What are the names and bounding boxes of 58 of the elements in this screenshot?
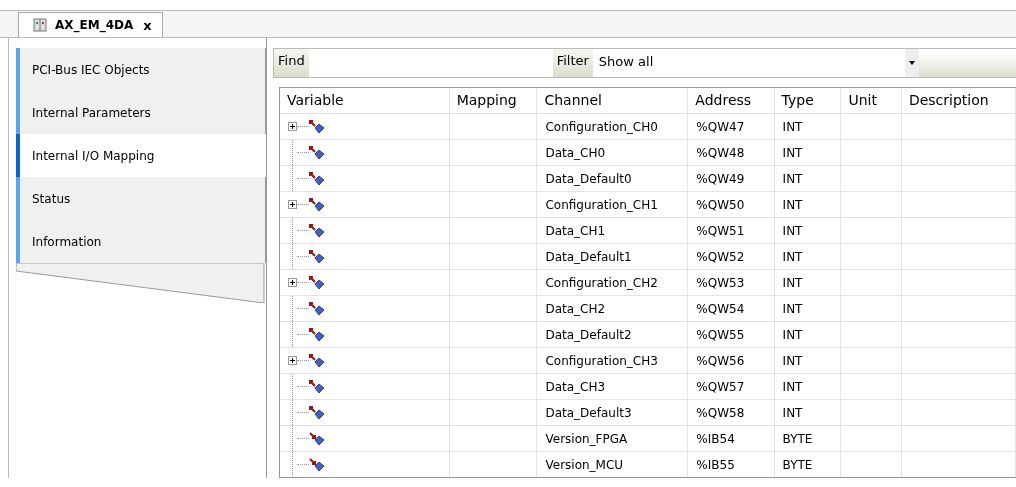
document-tab[interactable]: AX_EM_4DA x (18, 12, 163, 37)
table-cell: %QW51 (687, 217, 775, 244)
table-cell: Data_Default3 (536, 399, 688, 426)
close-button[interactable]: x (141, 17, 154, 33)
table-cell: %QW53 (687, 269, 775, 296)
table-cell: Data_Default2 (536, 321, 688, 348)
table-cell: Data_CH2 (536, 295, 688, 322)
table-cell: INT (774, 321, 841, 348)
table-cell: Data_CH0 (536, 139, 688, 166)
column-header: Description (901, 88, 1016, 114)
sidebar-item[interactable]: Information (16, 220, 266, 263)
table-cell: %QW56 (687, 347, 775, 374)
sidebar-item[interactable]: Internal Parameters (16, 91, 266, 134)
table-cell: Data_CH3 (536, 373, 688, 400)
table-cell: Configuration_CH2 (536, 269, 688, 296)
column-header: Variable (280, 88, 450, 114)
table-cell: INT (774, 113, 841, 140)
expand-icon[interactable] (288, 278, 297, 287)
tab-title: AX_EM_4DA (55, 18, 134, 32)
table-cell: %QW54 (687, 295, 775, 322)
column-header: Type (774, 88, 841, 114)
table-cell: %QW57 (687, 373, 775, 400)
table-cell: %QW58 (687, 399, 775, 426)
table-cell: Data_Default0 (536, 165, 688, 192)
table-cell: %QW47 (687, 113, 775, 140)
table-cell: %QW52 (687, 243, 775, 270)
table-cell: Version_FPGA (536, 425, 688, 452)
table-cell: INT (774, 217, 841, 244)
table-cell: INT (774, 399, 841, 426)
sidebar-item[interactable]: PCI-Bus IEC Objects (16, 48, 266, 91)
device-icon (33, 18, 47, 32)
table-cell: %QW50 (687, 191, 775, 218)
table-cell: Configuration_CH0 (536, 113, 688, 140)
table-cell: Configuration_CH1 (536, 191, 688, 218)
table-cell: INT (774, 373, 841, 400)
table-cell: INT (774, 243, 841, 270)
table-cell: INT (774, 139, 841, 166)
table-cell: INT (774, 269, 841, 296)
table-cell: Data_CH1 (536, 217, 688, 244)
column-header: Address (687, 88, 775, 114)
table-cell: %QW48 (687, 139, 775, 166)
sidebar-item[interactable]: Status (16, 177, 266, 220)
table-cell: %IB54 (687, 425, 775, 452)
expand-icon[interactable] (288, 200, 297, 209)
table-cell: INT (774, 191, 841, 218)
table-cell: INT (774, 165, 841, 192)
expand-icon[interactable] (288, 356, 297, 365)
table-cell: %QW49 (687, 165, 775, 192)
table-cell: BYTE (774, 425, 841, 452)
table-cell: Data_Default1 (536, 243, 688, 270)
table-cell: INT (774, 347, 841, 374)
table-cell: INT (774, 295, 841, 322)
column-header: Mapping (449, 88, 537, 114)
table-cell: %QW55 (687, 321, 775, 348)
column-header: Channel (536, 88, 688, 114)
expand-icon[interactable] (288, 122, 297, 131)
table-cell: Configuration_CH3 (536, 347, 688, 374)
column-header: Unit (840, 88, 902, 114)
